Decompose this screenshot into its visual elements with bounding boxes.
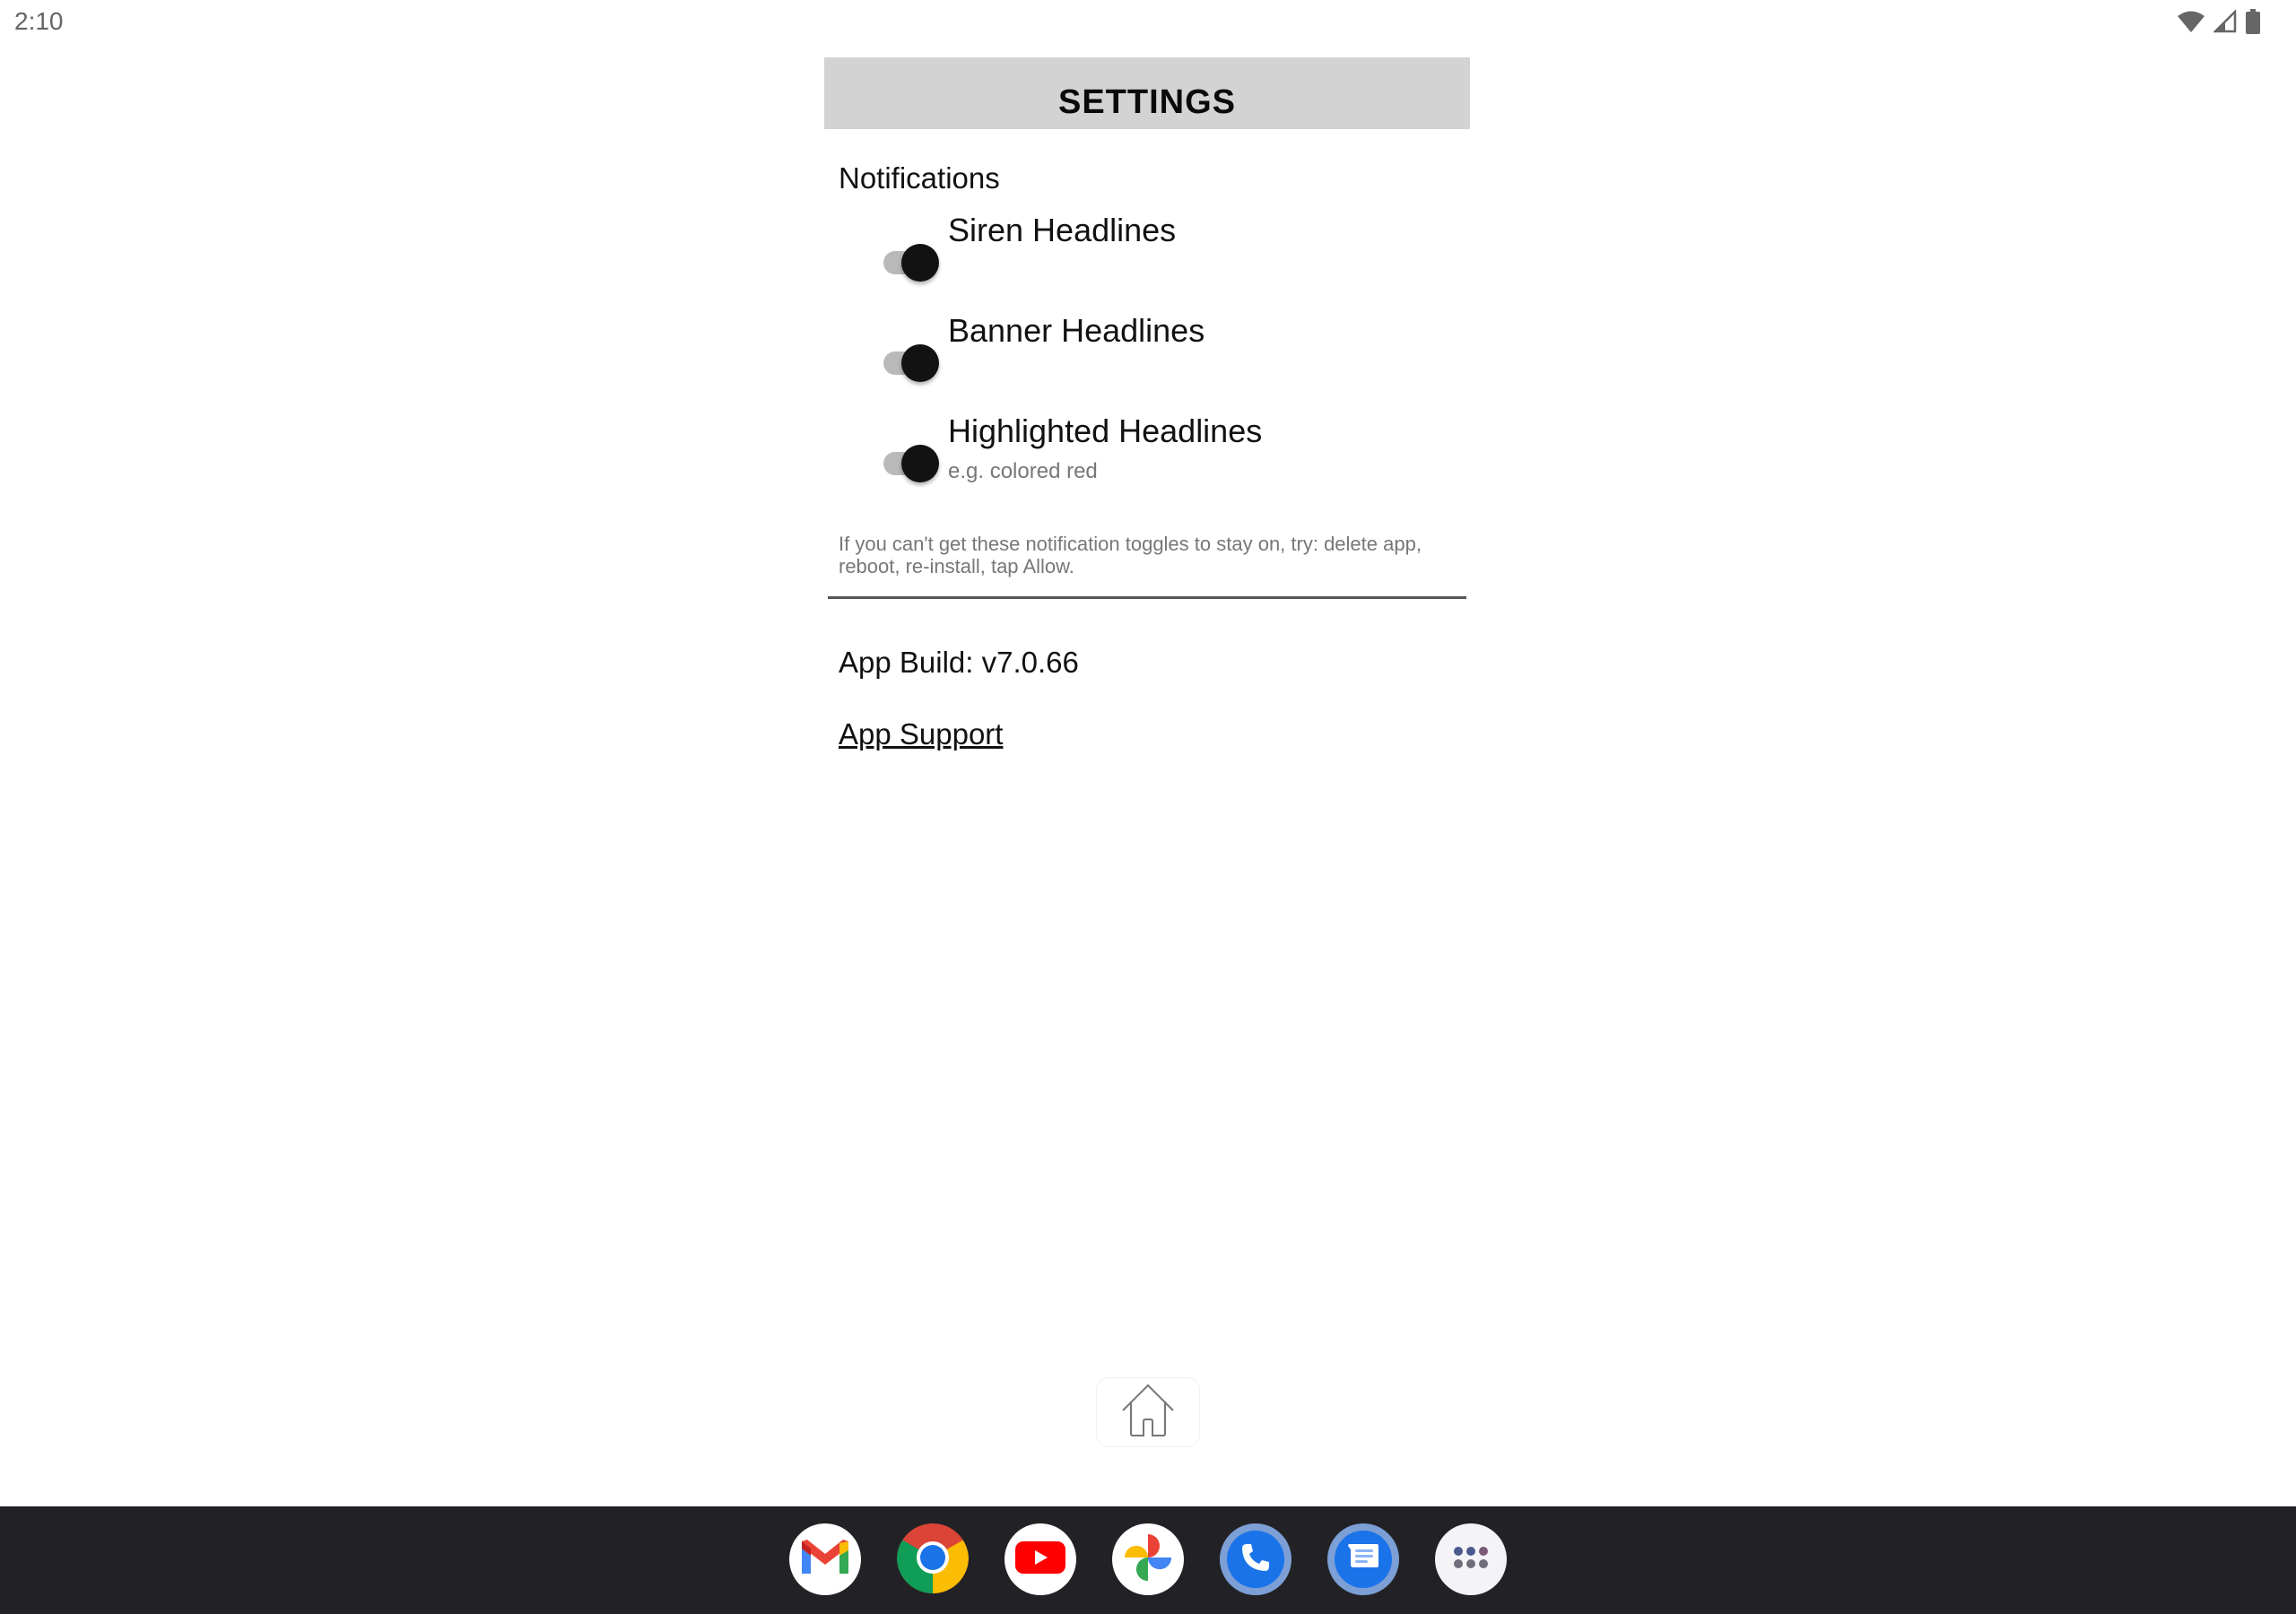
dock-app-chrome[interactable] bbox=[897, 1523, 969, 1595]
toggle-subtitle: e.g. colored red bbox=[948, 459, 1098, 483]
notifications-section-title: Notifications bbox=[839, 161, 1000, 195]
home-button[interactable] bbox=[1096, 1377, 1200, 1447]
status-icons bbox=[2178, 9, 2260, 34]
toggle-thumb bbox=[901, 244, 939, 282]
dock-app-phone[interactable] bbox=[1220, 1523, 1292, 1595]
dock-app-gmail[interactable] bbox=[789, 1523, 861, 1595]
toggle-label: Siren Headlines bbox=[948, 212, 1177, 248]
divider bbox=[828, 596, 1466, 599]
photos-icon bbox=[1121, 1531, 1175, 1589]
help-text: If you can't get these notification togg… bbox=[839, 533, 1422, 577]
settings-panel: SETTINGS Notifications Siren Headlines B… bbox=[824, 57, 1470, 751]
toggle-thumb bbox=[901, 344, 939, 382]
dock-app-drawer[interactable] bbox=[1435, 1523, 1507, 1595]
status-bar: 2:10 bbox=[0, 0, 2296, 45]
toggle-label: Highlighted Headlines bbox=[948, 412, 1263, 449]
messages-icon-bg bbox=[1335, 1531, 1392, 1588]
toggle-label: Banner Headlines bbox=[948, 312, 1205, 349]
cellular-signal-icon bbox=[2213, 10, 2237, 33]
toggle-row-highlighted-headlines: Highlighted Headlines e.g. colored red bbox=[880, 412, 1454, 529]
phone-icon bbox=[1239, 1541, 1272, 1578]
dock-app-photos[interactable] bbox=[1112, 1523, 1184, 1595]
app-support-link[interactable]: App Support bbox=[839, 717, 1003, 751]
dock bbox=[0, 1506, 2296, 1614]
messages-icon bbox=[1346, 1542, 1380, 1577]
gmail-icon bbox=[800, 1538, 850, 1582]
siren-headlines-toggle[interactable] bbox=[880, 239, 943, 282]
toggle-thumb bbox=[901, 445, 939, 482]
page-title: SETTINGS bbox=[1057, 83, 1237, 121]
dock-app-messages[interactable] bbox=[1327, 1523, 1399, 1595]
chrome-icon bbox=[897, 1523, 969, 1595]
home-icon bbox=[1119, 1382, 1177, 1444]
battery-icon bbox=[2246, 9, 2260, 34]
youtube-icon bbox=[1015, 1540, 1065, 1580]
status-time: 2:10 bbox=[14, 7, 64, 35]
dock-apps bbox=[0, 1523, 2296, 1595]
phone-icon-bg bbox=[1227, 1531, 1284, 1588]
header-bar: SETTINGS bbox=[824, 57, 1470, 129]
dock-app-youtube[interactable] bbox=[1004, 1523, 1076, 1595]
highlighted-headlines-toggle[interactable] bbox=[880, 439, 943, 482]
app-drawer-icon bbox=[1453, 1546, 1489, 1574]
wifi-icon bbox=[2178, 10, 2205, 33]
app-build-label: App Build: v7.0.66 bbox=[839, 646, 1079, 679]
banner-headlines-toggle[interactable] bbox=[880, 339, 943, 382]
